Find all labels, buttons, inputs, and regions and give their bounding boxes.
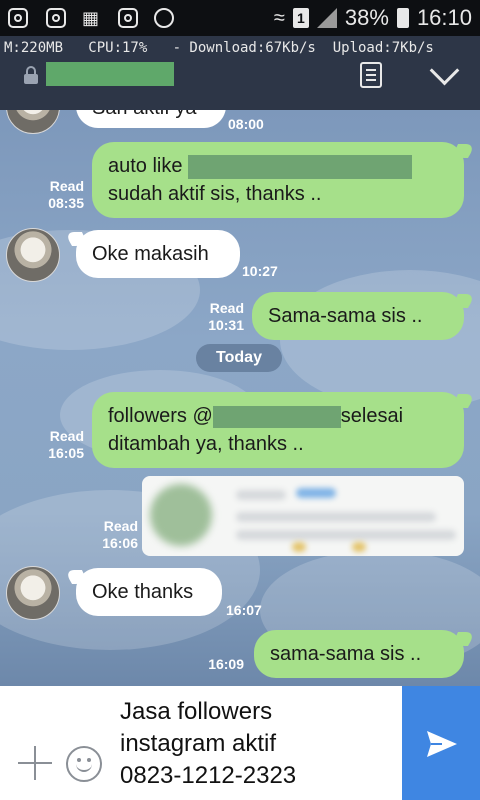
message-input-line: Jasa followers (120, 698, 273, 725)
lock-icon (24, 66, 38, 84)
instagram-notification-icon (118, 8, 138, 28)
clock: 16:10 (416, 5, 472, 30)
read-receipt: Read 08:35 (48, 178, 84, 211)
message-text: selesai (340, 405, 404, 427)
instagram-notification-icon (46, 8, 66, 28)
battery-icon (396, 8, 409, 28)
wifi-icon: ≈ (273, 6, 285, 29)
avatar[interactable] (6, 110, 60, 134)
incoming-message[interactable]: Oke thanks (76, 568, 222, 616)
emoji-icon[interactable] (66, 746, 102, 782)
messenger-notification-icon (154, 8, 174, 28)
message-text: auto like (108, 155, 183, 177)
notes-icon[interactable] (360, 62, 382, 88)
incoming-message[interactable]: Sari aktif ya (76, 110, 226, 128)
outgoing-message[interactable]: sama-sama sis .. (254, 630, 464, 678)
message-text: followers @ (108, 405, 213, 427)
contact-name-redacted[interactable] (46, 62, 174, 86)
chevron-down-icon[interactable] (432, 60, 456, 84)
message-time: 16:07 (226, 602, 262, 618)
sim-badge: 1 (292, 8, 309, 28)
chat-header: M:220MB CPU:17% - Download:67Kb/s Upload… (0, 36, 480, 110)
message-text: Sari aktif ya (92, 110, 196, 119)
message-input-line: 0823-1212-2323 (120, 762, 297, 789)
message-input[interactable]: Jasa followers instagram aktif 0823-1212… (120, 696, 390, 792)
system-monitor-overlay: M:220MB CPU:17% - Download:67Kb/s Upload… (4, 40, 434, 56)
chat-area[interactable]: Sari aktif ya 08:00 Read08:35 auto like … (0, 110, 480, 686)
date-divider: Today (196, 344, 282, 372)
instagram-notification-icon (8, 8, 28, 28)
image-message-blurred[interactable] (142, 476, 464, 556)
send-button[interactable] (402, 686, 480, 800)
redacted-text (212, 405, 341, 428)
message-text: Oke thanks (92, 581, 194, 603)
send-icon (427, 731, 457, 757)
outgoing-message[interactable]: followers @ selesai ditambah ya, thanks .… (92, 392, 464, 468)
outgoing-message[interactable]: auto like sudah aktif sis, thanks .. (92, 142, 464, 218)
message-text: sudah aktif sis, thanks .. (108, 183, 322, 205)
bbm-notification-icon: ▦ (82, 8, 100, 28)
read-receipt: Read 16:05 (48, 428, 84, 461)
status-bar: ▦ ≈ 1 38% 16:10 (0, 0, 480, 36)
battery-percent: 38% (344, 5, 389, 30)
message-input-line: instagram aktif (120, 730, 277, 757)
message-text: Sama-sama sis .. (268, 305, 423, 327)
message-time: 08:00 (228, 116, 264, 132)
message-input-bar: Jasa followers instagram aktif 0823-1212… (0, 686, 480, 800)
read-receipt: Read 16:06 (102, 518, 138, 551)
incoming-message[interactable]: Oke makasih (76, 230, 240, 278)
message-text: sama-sama sis .. (270, 643, 422, 665)
message-time: 16:09 (208, 656, 244, 672)
read-receipt: Read 10:31 (208, 300, 244, 333)
outgoing-message[interactable]: Sama-sama sis .. (252, 292, 464, 340)
message-time: 10:27 (242, 263, 278, 279)
message-text: Oke makasih (92, 243, 209, 265)
avatar[interactable] (6, 566, 60, 620)
signal-icon (316, 8, 337, 28)
avatar[interactable] (6, 228, 60, 282)
plus-icon[interactable] (18, 746, 52, 780)
message-text: ditambah ya, thanks .. (108, 433, 304, 455)
redacted-text (188, 154, 413, 179)
